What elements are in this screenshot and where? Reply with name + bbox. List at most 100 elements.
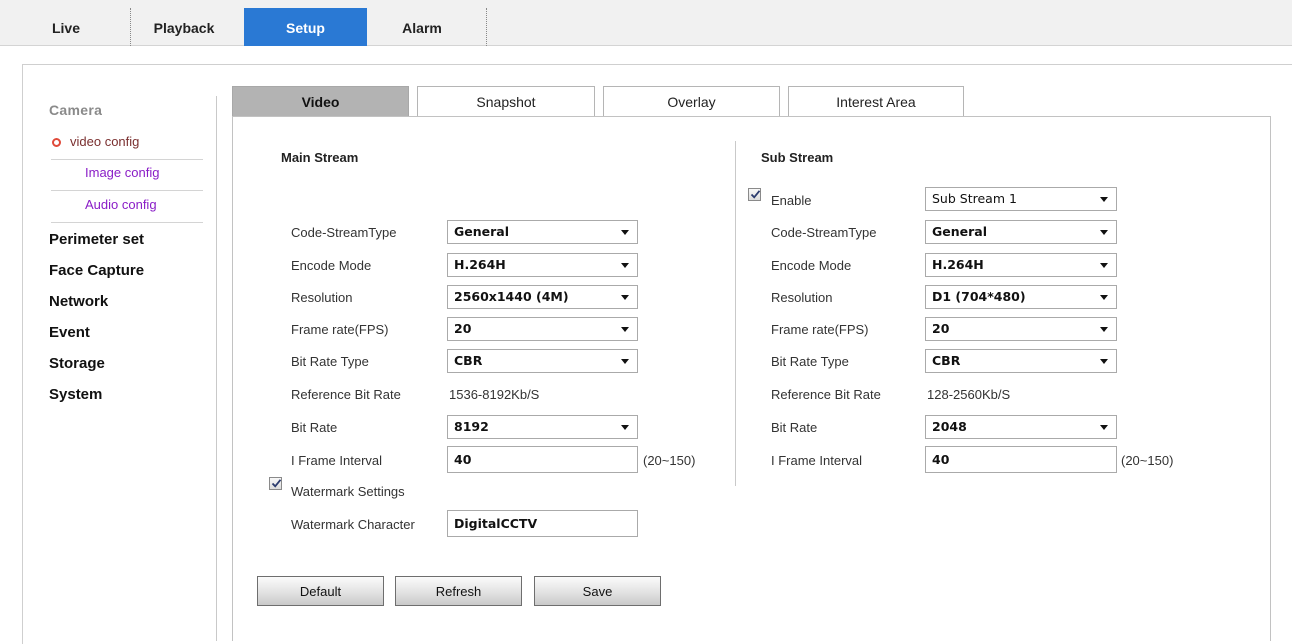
main-frame-rate-select[interactable]: 20 — [447, 317, 638, 341]
default-button[interactable]: Default — [257, 576, 384, 606]
select-value: 2560x1440 (4M) — [454, 289, 569, 304]
chevron-down-icon — [621, 295, 629, 300]
main-bit-rate-select[interactable]: 8192 — [447, 415, 638, 439]
main-encode-mode-select[interactable]: H.264H — [447, 253, 638, 277]
sidebar-item-event[interactable]: Event — [49, 324, 90, 341]
sub-encode-mode-select[interactable]: H.264H — [925, 253, 1117, 277]
sub-code-stream-type-select[interactable]: General — [925, 220, 1117, 244]
chevron-down-icon — [621, 263, 629, 268]
sub-reference-bit-rate-value: 128-2560Kb/S — [927, 387, 1011, 402]
sub-bit-rate-label: Bit Rate — [771, 420, 818, 435]
checkmark-icon — [271, 479, 282, 488]
sub-stream-enable-label: Enable — [771, 193, 812, 208]
sub-bit-rate-select[interactable]: 2048 — [925, 415, 1117, 439]
sidebar-item-image-config[interactable]: Image config — [51, 160, 203, 191]
sidebar-item-audio-config[interactable]: Audio config — [51, 192, 203, 223]
sub-i-frame-interval-range: (20~150) — [1121, 453, 1174, 468]
sub-code-stream-type-label: Code-StreamType — [771, 225, 877, 240]
main-code-stream-type-select[interactable]: General — [447, 220, 638, 244]
select-value: 2048 — [932, 419, 967, 434]
sidebar-item-storage[interactable]: Storage — [49, 355, 105, 372]
sub-frame-rate-label: Frame rate(FPS) — [771, 322, 869, 337]
select-value: 8192 — [454, 419, 489, 434]
chevron-down-icon — [1100, 197, 1108, 202]
select-value: H.264H — [932, 257, 984, 272]
main-resolution-select[interactable]: 2560x1440 (4M) — [447, 285, 638, 309]
main-code-stream-type-label: Code-StreamType — [291, 225, 397, 240]
main-resolution-label: Resolution — [291, 290, 353, 305]
watermark-character-label: Watermark Character — [291, 517, 415, 532]
main-bit-rate-type-select[interactable]: CBR — [447, 349, 638, 373]
sidebar-item-label: video config — [70, 134, 140, 149]
main-reference-bit-rate-label: Reference Bit Rate — [291, 387, 401, 402]
sidebar-item-face-capture[interactable]: Face Capture — [49, 262, 144, 279]
select-value: CBR — [454, 353, 483, 368]
chevron-down-icon — [1100, 327, 1108, 332]
sub-resolution-select[interactable]: D1 (704*480) — [925, 285, 1117, 309]
chevron-down-icon — [621, 425, 629, 430]
tab-separator — [130, 8, 131, 46]
tab-playback[interactable]: Playback — [134, 8, 234, 46]
sub-bit-rate-type-label: Bit Rate Type — [771, 354, 849, 369]
chevron-down-icon — [1100, 425, 1108, 430]
chevron-down-icon — [621, 359, 629, 364]
sub-stream-enable-checkbox[interactable] — [748, 188, 761, 201]
chevron-down-icon — [1100, 230, 1108, 235]
tab-live[interactable]: Live — [36, 8, 96, 46]
main-frame-rate-label: Frame rate(FPS) — [291, 322, 389, 337]
tab-overlay[interactable]: Overlay — [603, 86, 780, 117]
sidebar-divider — [216, 96, 217, 641]
select-value: D1 (704*480) — [932, 289, 1026, 304]
main-i-frame-interval-input[interactable]: 40 — [447, 446, 638, 473]
checkmark-icon — [750, 190, 761, 199]
sub-encode-mode-label: Encode Mode — [771, 258, 852, 273]
sub-frame-rate-select[interactable]: 20 — [925, 317, 1117, 341]
sub-stream-heading: Sub Stream — [761, 150, 834, 165]
chevron-down-icon — [1100, 263, 1108, 268]
sidebar-item-video-config[interactable]: video config — [51, 129, 203, 160]
tab-alarm[interactable]: Alarm — [367, 8, 477, 46]
column-divider — [735, 141, 736, 486]
top-navigation: Live Playback Setup Alarm — [0, 0, 1292, 46]
save-button[interactable]: Save — [534, 576, 661, 606]
sidebar-item-label: Image config — [85, 165, 160, 180]
chevron-down-icon — [621, 230, 629, 235]
tab-separator — [486, 8, 487, 46]
tab-video[interactable]: Video — [232, 86, 409, 117]
chevron-down-icon — [1100, 359, 1108, 364]
sidebar-item-system[interactable]: System — [49, 386, 102, 403]
watermark-settings-label: Watermark Settings — [291, 484, 405, 499]
main-reference-bit-rate-value: 1536-8192Kb/S — [449, 387, 540, 402]
main-encode-mode-label: Encode Mode — [291, 258, 372, 273]
tab-interest-area[interactable]: Interest Area — [788, 86, 964, 117]
select-value: General — [454, 224, 509, 239]
select-value: Sub Stream 1 — [932, 191, 1017, 206]
watermark-settings-checkbox[interactable] — [269, 477, 282, 490]
sub-i-frame-interval-label: I Frame Interval — [771, 453, 863, 468]
chevron-down-icon — [1100, 295, 1108, 300]
sub-reference-bit-rate-label: Reference Bit Rate — [771, 387, 881, 402]
select-value: CBR — [932, 353, 961, 368]
sub-stream-select[interactable]: Sub Stream 1 — [925, 187, 1117, 211]
select-value: H.264H — [454, 257, 506, 272]
active-bullet-icon — [52, 138, 61, 147]
tab-setup[interactable]: Setup — [244, 8, 367, 46]
sub-bit-rate-type-select[interactable]: CBR — [925, 349, 1117, 373]
refresh-button[interactable]: Refresh — [395, 576, 522, 606]
watermark-character-input[interactable]: DigitalCCTV — [447, 510, 638, 537]
select-value: General — [932, 224, 987, 239]
sub-i-frame-interval-input[interactable]: 40 — [925, 446, 1117, 473]
main-i-frame-interval-label: I Frame Interval — [291, 453, 383, 468]
sidebar-heading-camera[interactable]: Camera — [49, 102, 102, 118]
sidebar-item-perimeter-set[interactable]: Perimeter set — [49, 231, 144, 248]
select-value: 20 — [932, 321, 950, 336]
sub-resolution-label: Resolution — [771, 290, 833, 305]
select-value: 20 — [454, 321, 472, 336]
main-i-frame-interval-range: (20~150) — [643, 453, 696, 468]
main-stream-heading: Main Stream — [281, 150, 359, 165]
sidebar-item-label: Audio config — [85, 197, 157, 212]
chevron-down-icon — [621, 327, 629, 332]
sidebar-item-network[interactable]: Network — [49, 293, 108, 310]
main-bit-rate-type-label: Bit Rate Type — [291, 354, 369, 369]
tab-snapshot[interactable]: Snapshot — [417, 86, 595, 117]
